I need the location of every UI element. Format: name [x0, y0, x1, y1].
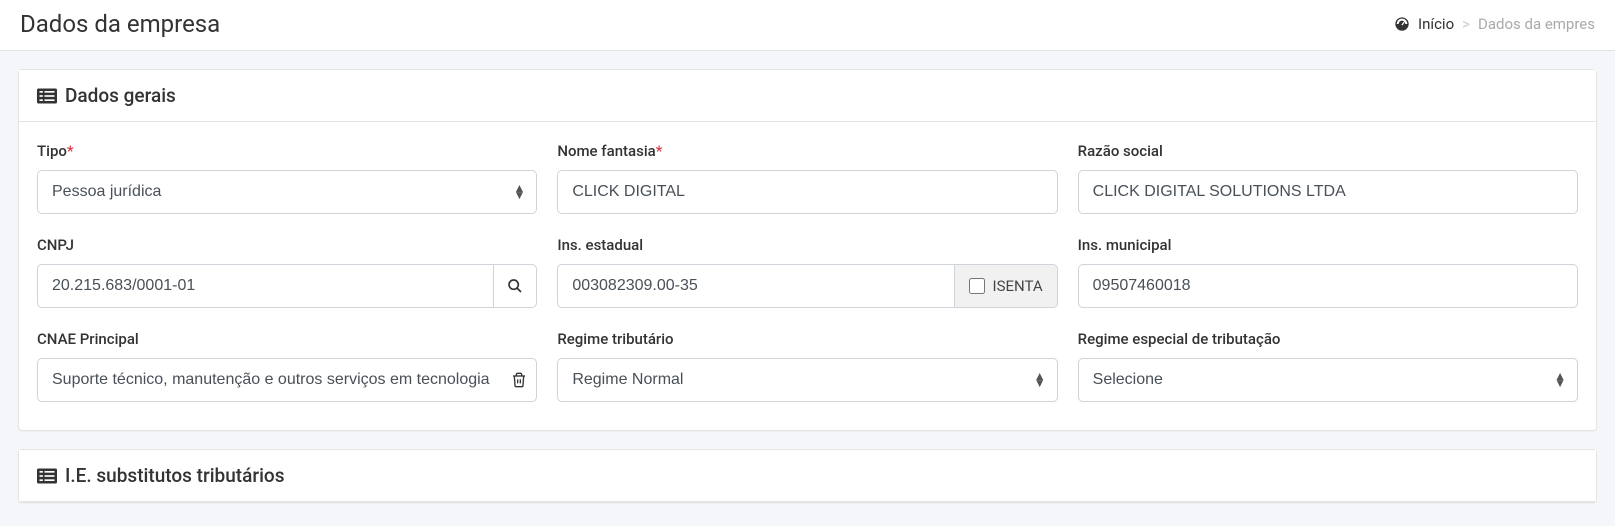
panel-header-dados-gerais: Dados gerais	[19, 70, 1596, 122]
panel-title: I.E. substitutos tributários	[65, 464, 284, 487]
tipo-select[interactable]	[37, 170, 537, 214]
panel-title: Dados gerais	[65, 84, 176, 107]
label-cnpj: CNPJ	[37, 236, 537, 254]
razao-social-input[interactable]	[1078, 170, 1578, 214]
breadcrumb-separator: >	[1462, 15, 1470, 33]
list-icon	[37, 88, 57, 104]
breadcrumb-current: Dados da empres	[1478, 15, 1595, 33]
cnpj-search-button[interactable]	[493, 264, 537, 308]
ins-estadual-input[interactable]	[557, 264, 953, 308]
page-header: Dados da empresa Início > Dados da empre…	[0, 0, 1615, 51]
panel-header-ie-substitutos: I.E. substitutos tributários	[19, 450, 1596, 502]
label-regime-especial: Regime especial de tributação	[1078, 330, 1578, 348]
label-ins-estadual: Ins. estadual	[557, 236, 1057, 254]
isenta-checkbox[interactable]	[969, 278, 985, 294]
panel-dados-gerais: Dados gerais Tipo* ▲▼ Nome fantasia* Raz…	[18, 69, 1597, 431]
list-icon	[37, 468, 57, 484]
isenta-label: ISENTA	[993, 277, 1043, 295]
dashboard-icon	[1394, 16, 1410, 32]
label-razao-social: Razão social	[1078, 142, 1578, 160]
label-ins-municipal: Ins. municipal	[1078, 236, 1578, 254]
cnpj-input[interactable]	[37, 264, 493, 308]
search-icon	[507, 278, 523, 294]
label-nome-fantasia: Nome fantasia*	[557, 142, 1057, 160]
cnae-input[interactable]	[37, 358, 537, 402]
isenta-addon: ISENTA	[954, 264, 1058, 308]
trash-icon	[511, 371, 527, 389]
regime-especial-select[interactable]	[1078, 358, 1578, 402]
breadcrumb-home[interactable]: Início	[1418, 15, 1454, 33]
cnae-delete-button[interactable]	[511, 371, 527, 389]
ins-municipal-input[interactable]	[1078, 264, 1578, 308]
breadcrumb: Início > Dados da empres	[1394, 15, 1595, 33]
regime-tributario-select[interactable]	[557, 358, 1057, 402]
nome-fantasia-input[interactable]	[557, 170, 1057, 214]
label-tipo: Tipo*	[37, 142, 537, 160]
label-regime-tributario: Regime tributário	[557, 330, 1057, 348]
label-cnae: CNAE Principal	[37, 330, 537, 348]
panel-ie-substitutos: I.E. substitutos tributários	[18, 449, 1597, 503]
page-title: Dados da empresa	[20, 10, 220, 38]
